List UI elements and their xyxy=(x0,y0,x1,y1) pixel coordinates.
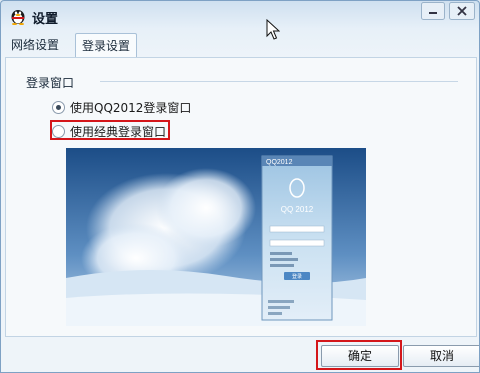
login-settings-panel: 登录窗口 使用QQ2012登录窗口 使用经典登录窗口 QQ2012 QQ 201… xyxy=(5,57,477,337)
preview-logo-text: QQ 2012 xyxy=(281,205,314,214)
dialog-footer: 确定 取消 xyxy=(1,337,479,372)
title-bar: 设置 xyxy=(1,1,479,31)
preview-image: QQ2012 QQ 2012 登录 xyxy=(66,148,366,326)
radio-selected-icon[interactable] xyxy=(52,101,65,114)
mouse-cursor-icon xyxy=(266,18,281,41)
login-window-preview: QQ2012 QQ 2012 登录 xyxy=(66,148,366,326)
close-button[interactable] xyxy=(449,2,475,20)
section-divider xyxy=(100,81,458,82)
cancel-button[interactable]: 取消 xyxy=(403,345,479,367)
window-title: 设置 xyxy=(32,12,59,27)
settings-window: 设置 网络设置 登录设置 登录窗口 使用QQ2012登录窗口 使用经典登录窗口 xyxy=(0,0,480,373)
classic-option-highlight xyxy=(50,120,170,140)
ok-button-highlight xyxy=(316,340,402,370)
tab-login-settings[interactable]: 登录设置 xyxy=(75,33,138,59)
preview-login-button: 登录 xyxy=(292,273,302,280)
minimize-icon xyxy=(421,2,445,20)
close-icon xyxy=(449,2,475,20)
qq-penguin-icon xyxy=(9,7,27,25)
tab-network-settings[interactable]: 网络设置 xyxy=(5,33,65,57)
section-title: 登录窗口 xyxy=(26,76,75,90)
preview-header: QQ2012 xyxy=(266,159,293,166)
option-label: 使用QQ2012登录窗口 xyxy=(70,101,192,115)
minimize-button[interactable] xyxy=(421,2,445,20)
